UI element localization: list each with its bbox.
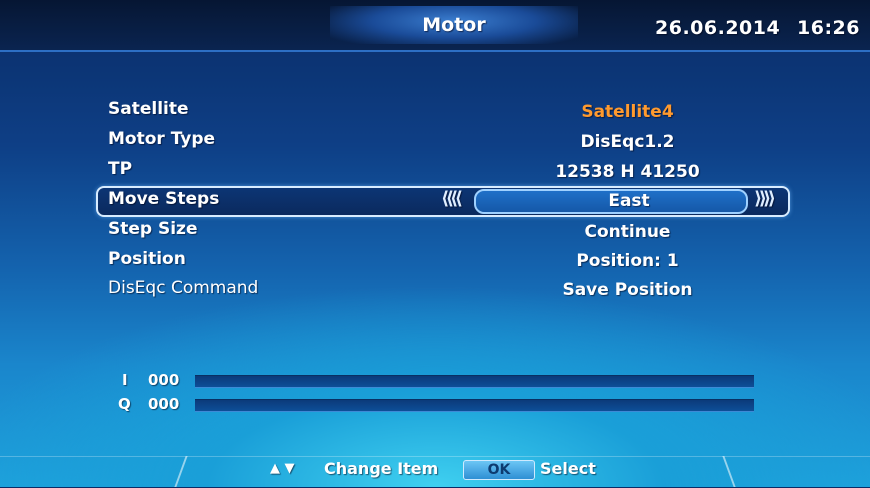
tp-label: TP bbox=[108, 159, 133, 179]
ok-button[interactable]: OK bbox=[463, 460, 535, 480]
satellite-label: Satellite bbox=[108, 99, 189, 119]
position-label: Position bbox=[108, 249, 186, 269]
i-signal-bar bbox=[195, 375, 754, 388]
tp-value[interactable]: 12538 H 41250 bbox=[470, 162, 785, 182]
step-size-label: Step Size bbox=[108, 219, 198, 239]
up-down-triangle-icon: ▲ ▼ bbox=[270, 461, 295, 476]
double-chevron-right-icon[interactable]: ⟫⟫ bbox=[754, 188, 776, 209]
date-display: 26.06.2014 bbox=[655, 17, 781, 39]
motor-type-value[interactable]: DisEqc1.2 bbox=[470, 132, 785, 152]
position-value[interactable]: Position: 1 bbox=[470, 251, 785, 271]
time-display: 16:26 bbox=[797, 17, 860, 39]
q-signal-label: Q bbox=[118, 395, 131, 413]
q-signal-bar bbox=[195, 399, 754, 412]
select-hint: Select bbox=[540, 459, 596, 478]
i-signal-value: 000 bbox=[148, 371, 180, 389]
diseqc-command-value[interactable]: Save Position bbox=[470, 280, 785, 300]
move-steps-value[interactable]: East bbox=[474, 191, 784, 211]
page-title: Motor bbox=[422, 14, 486, 36]
move-steps-label: Move Steps bbox=[108, 189, 220, 209]
motor-type-label: Motor Type bbox=[108, 129, 216, 149]
q-signal-value: 000 bbox=[148, 395, 180, 413]
change-item-hint: Change Item bbox=[324, 459, 439, 478]
double-chevron-left-icon[interactable]: ⟪⟪ bbox=[441, 188, 463, 209]
i-signal-label: I bbox=[122, 371, 128, 389]
diseqc-command-label: DisEqc Command bbox=[108, 278, 259, 298]
step-size-value[interactable]: Continue bbox=[470, 222, 785, 242]
satellite-value[interactable]: Satellite4 bbox=[470, 102, 785, 122]
